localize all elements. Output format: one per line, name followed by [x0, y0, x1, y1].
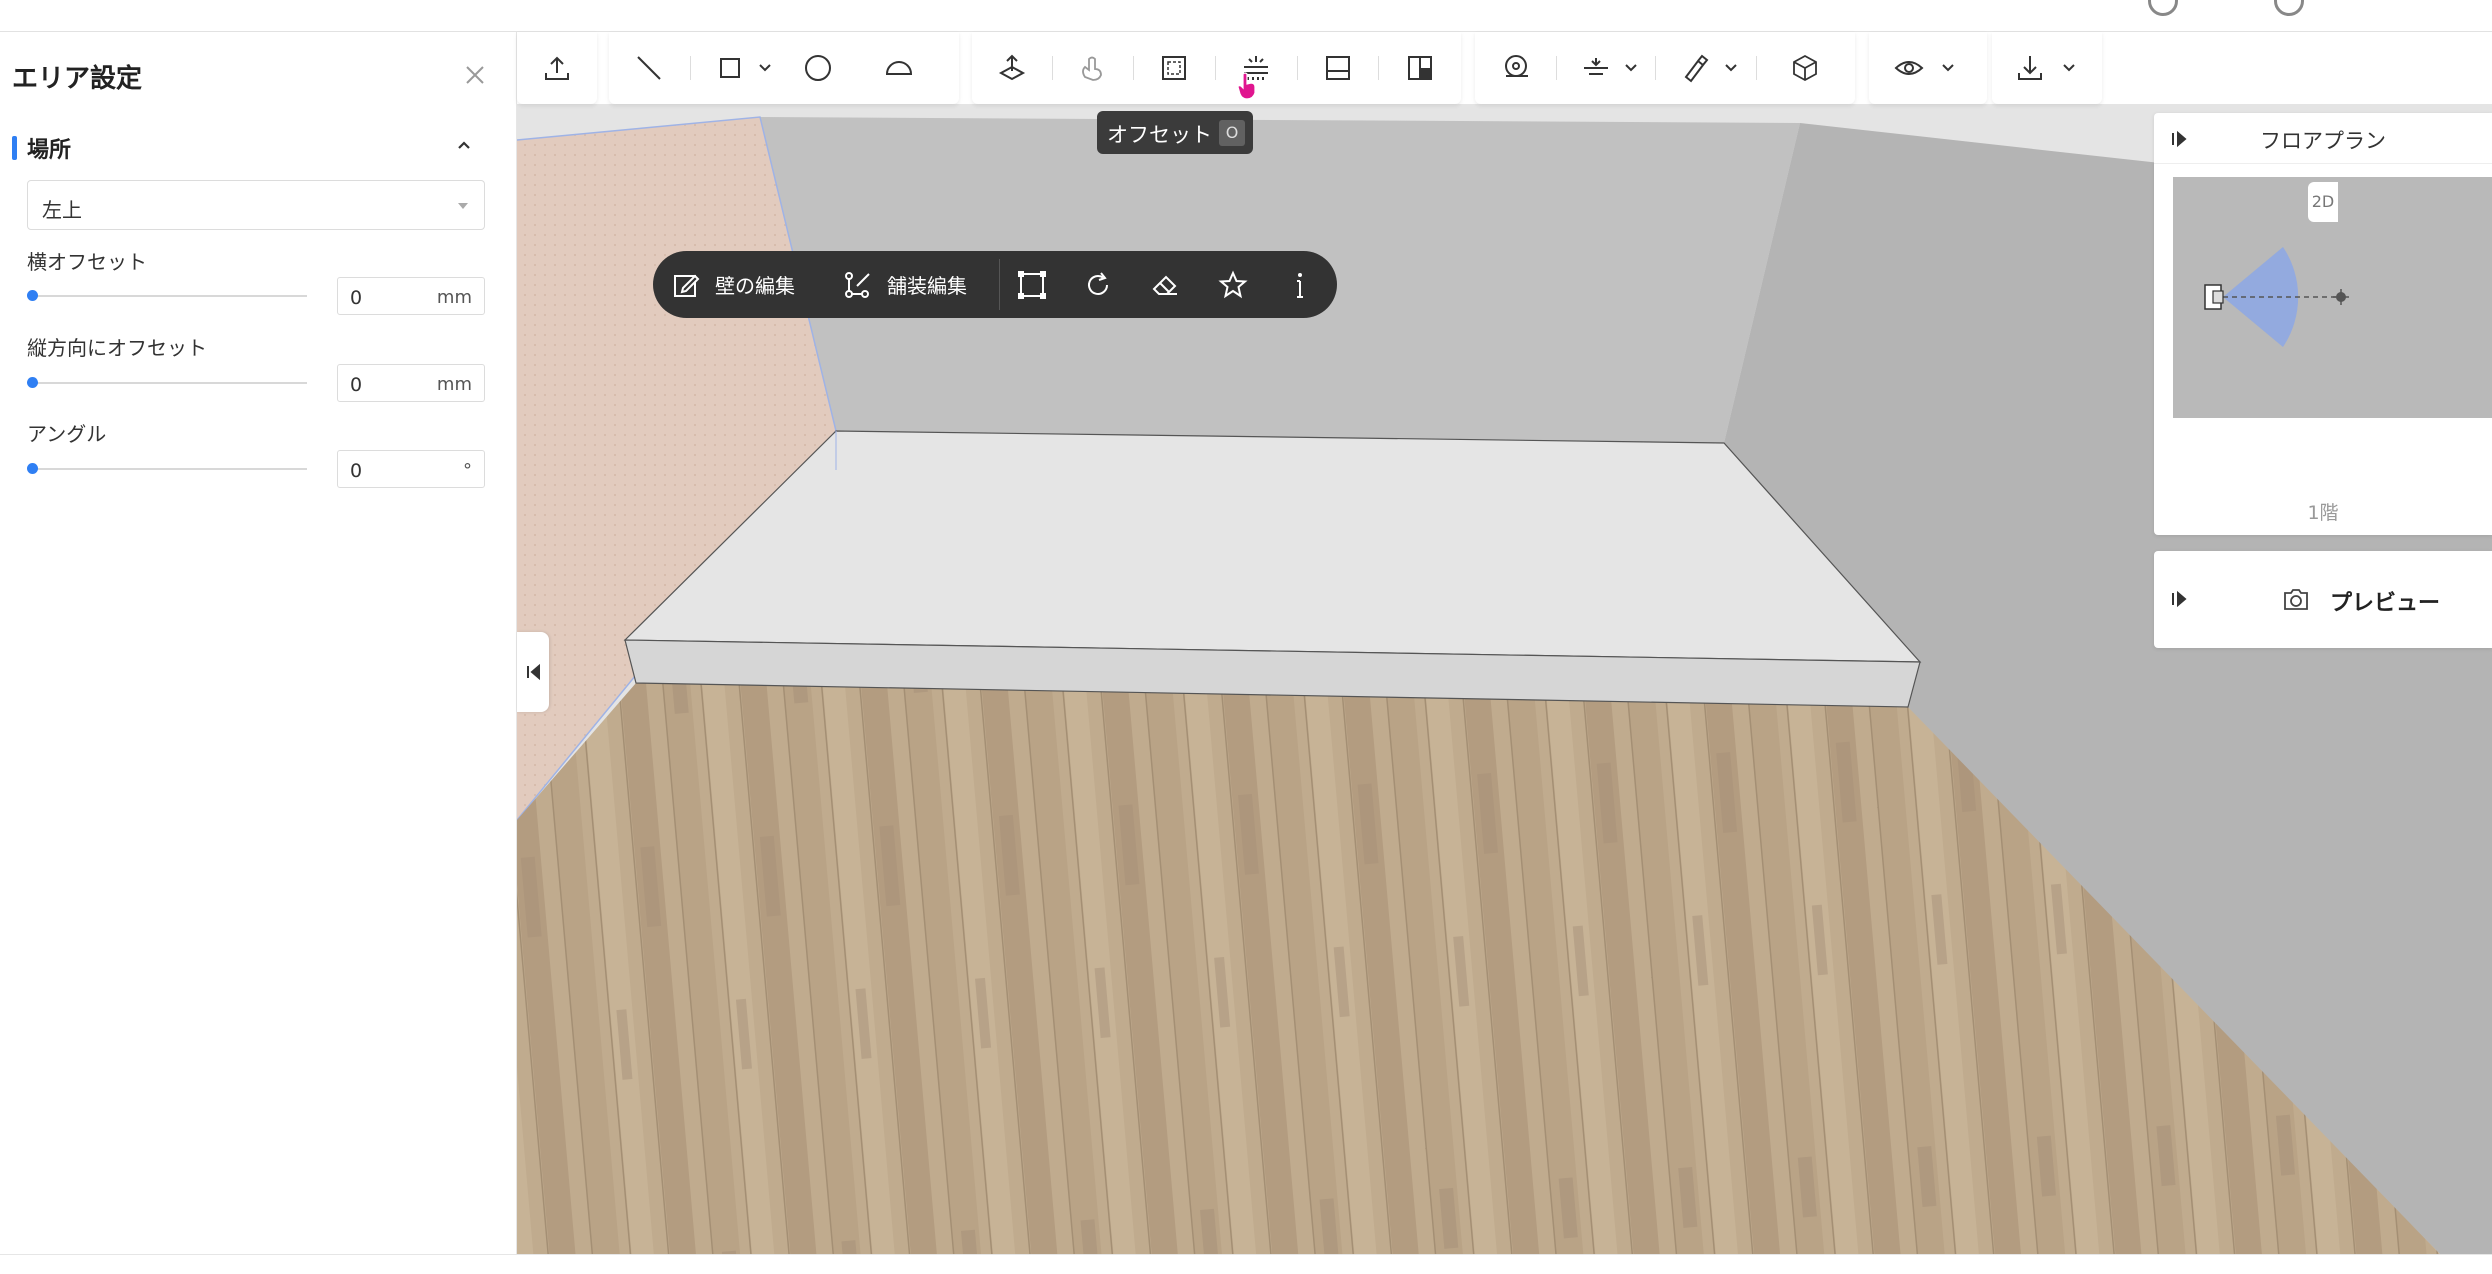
chevron-down-icon[interactable] — [2062, 62, 2076, 74]
cube-icon[interactable] — [1785, 48, 1825, 88]
preview-label: プレビュー — [2330, 591, 2441, 616]
left-panel-collapse-button[interactable] — [517, 632, 549, 712]
context-toolbar: 壁の編集 舗装編集 — [653, 251, 1337, 318]
split-panel-icon[interactable] — [1400, 48, 1440, 88]
paint-brush-icon[interactable] — [1675, 48, 1715, 88]
vertical-offset-value: 0 — [350, 374, 363, 396]
top-clock-icon[interactable] — [2274, 0, 2304, 16]
star-icon[interactable] — [1218, 251, 1248, 318]
slider-track — [33, 382, 307, 384]
toolbar-group-edit — [972, 32, 1461, 104]
horizontal-offset-unit: mm — [436, 287, 472, 308]
vertical-offset-input[interactable]: 0 mm — [337, 364, 485, 402]
angle-label: アングル — [27, 422, 107, 446]
slider-thumb[interactable] — [27, 290, 38, 301]
vertical-offset-unit: mm — [436, 374, 472, 395]
section-title-location: 場所 — [27, 138, 72, 163]
vertical-offset-label: 縦方向にオフセット — [27, 336, 207, 360]
download-icon[interactable] — [2010, 48, 2050, 88]
rectangle-icon[interactable] — [710, 48, 750, 88]
floor-plan-panel: フロアプラン 1階 — [2154, 113, 2492, 535]
slider-thumb[interactable] — [27, 377, 38, 388]
chevron-down-icon[interactable] — [1724, 62, 1738, 74]
angle-unit: ° — [463, 460, 472, 481]
toolbar-group-draw — [609, 32, 959, 104]
location-select[interactable]: 左上 — [27, 180, 485, 230]
edit-paving-label: 舗装編集 — [887, 274, 967, 298]
angle-value: 0 — [350, 460, 363, 482]
floor-plan-title: フロアプラン — [2260, 129, 2386, 153]
tape-measure-icon[interactable] — [1495, 48, 1535, 88]
panel-collapse-icon[interactable] — [2170, 589, 2190, 609]
edit-wall-icon — [674, 274, 700, 297]
horizontal-offset-value: 0 — [350, 287, 363, 309]
tooltip-label: オフセット — [1107, 123, 1212, 147]
eye-icon[interactable] — [1889, 48, 1929, 88]
rotate-icon[interactable] — [1083, 251, 1113, 318]
context-separator — [999, 259, 1000, 310]
slider-thumb[interactable] — [27, 463, 38, 474]
select-frame-icon[interactable] — [1154, 48, 1194, 88]
vertical-offset-slider[interactable] — [27, 374, 307, 392]
slider-track — [33, 295, 307, 297]
edit-wall-label: 壁の編集 — [715, 274, 795, 298]
section-accent-bar — [12, 136, 17, 160]
panel-divider — [2154, 163, 2492, 164]
toolbar-group-export — [1992, 32, 2102, 104]
bottom-status-strip — [0, 1254, 2492, 1274]
hand-tool-icon[interactable] — [1072, 48, 1112, 88]
edit-paving-button[interactable]: 舗装編集 — [843, 251, 967, 318]
horizontal-offset-input[interactable]: 0 mm — [337, 277, 485, 315]
align-icon[interactable] — [1576, 48, 1616, 88]
location-select-value: 左上 — [42, 198, 82, 222]
offset-tooltip: オフセット O — [1097, 111, 1253, 154]
arc-icon[interactable] — [879, 48, 919, 88]
angle-input[interactable]: 0 ° — [337, 450, 485, 488]
chevron-down-icon[interactable] — [758, 62, 772, 74]
tooltip-shortcut-key: O — [1219, 120, 1245, 146]
area-settings-panel: エリア設定 場所 左上 横オフセット 0 mm 縦方向にオフセット 0 mm ア… — [0, 32, 517, 1254]
toolbar-group-view — [1869, 32, 1987, 104]
horizontal-offset-label: 横オフセット — [27, 250, 147, 274]
preview-panel: プレビュー — [2154, 551, 2492, 648]
toolbar-group-upload — [517, 32, 597, 104]
camera-icon[interactable] — [2281, 584, 2311, 614]
move-up-icon[interactable] — [992, 48, 1032, 88]
top-circle-icon[interactable] — [2148, 0, 2178, 16]
info-icon[interactable] — [1285, 251, 1315, 318]
horizontal-offset-slider[interactable] — [27, 287, 307, 305]
line-icon[interactable] — [629, 48, 669, 88]
view-2d-toggle[interactable]: 2D — [2308, 182, 2338, 222]
edit-paving-icon — [845, 271, 870, 298]
floor-label: 1階 — [2307, 502, 2339, 524]
eraser-icon[interactable] — [1150, 251, 1180, 318]
panel-icon[interactable] — [1318, 48, 1358, 88]
slider-track — [33, 468, 307, 470]
close-icon[interactable] — [458, 58, 492, 92]
angle-slider[interactable] — [27, 460, 307, 478]
circle-icon[interactable] — [798, 48, 838, 88]
chevron-up-icon[interactable] — [452, 130, 476, 160]
upload-icon[interactable] — [537, 48, 577, 88]
caret-down-icon — [458, 203, 468, 209]
top-header-strip — [0, 0, 2492, 32]
pointer-cursor-icon — [1237, 72, 1256, 100]
transform-frame-icon[interactable] — [1017, 251, 1047, 318]
toolbar-group-tools — [1475, 32, 1855, 104]
panel-title: エリア設定 — [12, 64, 143, 94]
chevron-down-icon[interactable] — [1941, 62, 1955, 74]
chevron-down-icon[interactable] — [1624, 62, 1638, 74]
edit-wall-button[interactable]: 壁の編集 — [671, 251, 795, 318]
